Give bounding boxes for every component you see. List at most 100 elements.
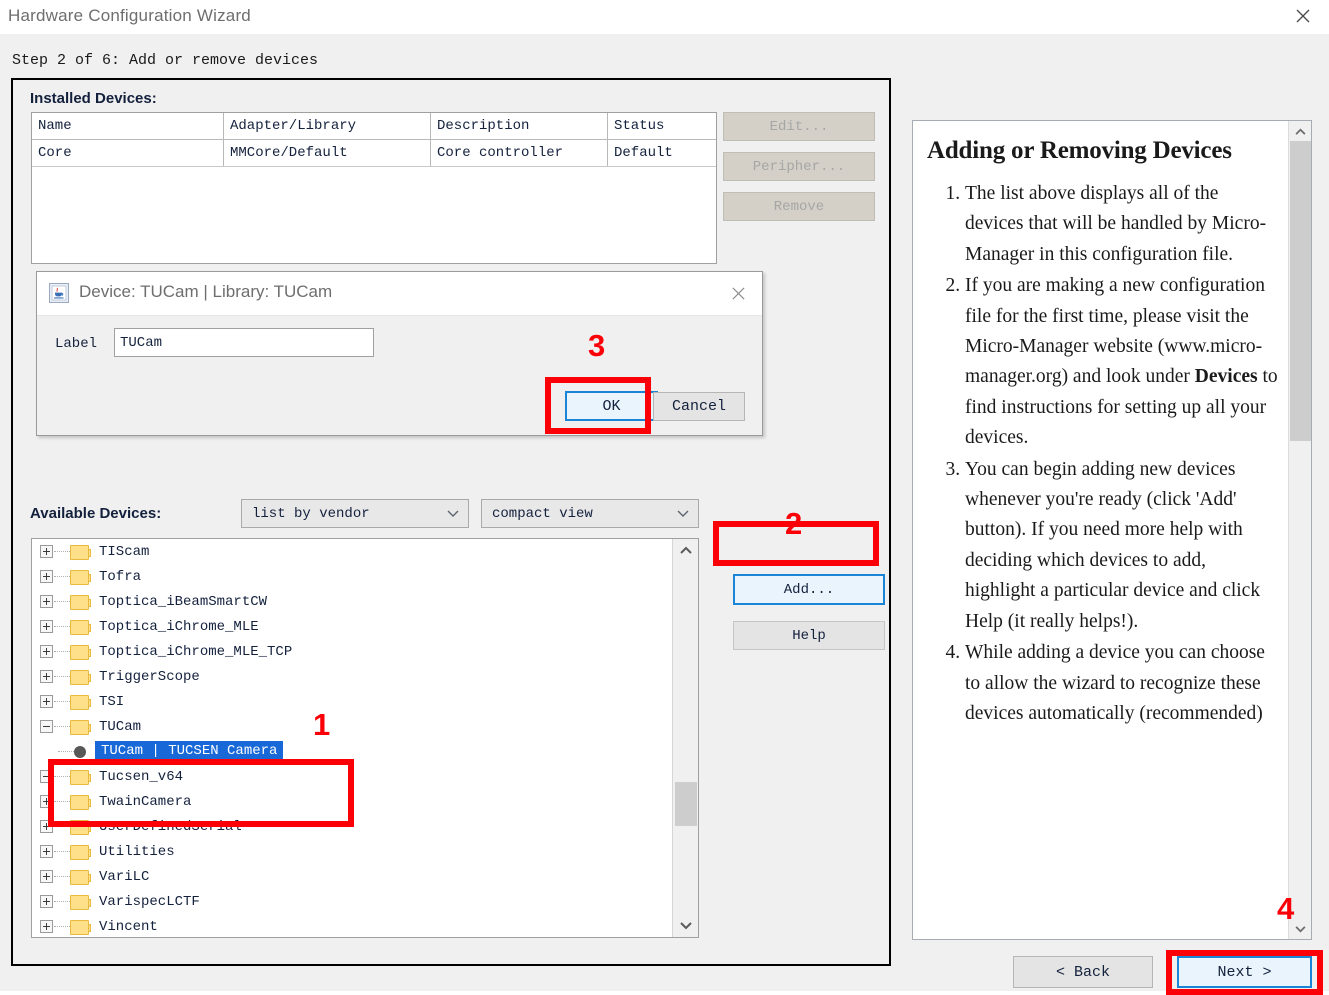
close-icon[interactable] bbox=[1283, 2, 1323, 30]
tree-item[interactable]: Toptica_iChrome_MLE_TCP bbox=[32, 639, 672, 664]
scroll-up-icon[interactable] bbox=[1289, 121, 1311, 141]
cancel-button[interactable]: Cancel bbox=[653, 392, 745, 421]
close-glyph bbox=[1296, 9, 1310, 23]
tree-item[interactable]: TUCam | TUCSEN Camera bbox=[32, 739, 672, 764]
help-text: The list above displays all of the devic… bbox=[965, 183, 1267, 265]
expand-icon[interactable] bbox=[40, 845, 53, 858]
folder-icon bbox=[70, 819, 91, 835]
tree-item-label: TwainCamera bbox=[99, 793, 192, 810]
tree-item[interactable]: Utilities bbox=[32, 839, 672, 864]
folder-icon bbox=[70, 919, 91, 935]
cell-status: Default bbox=[607, 139, 716, 167]
peripheral-button[interactable]: Peripher... bbox=[723, 152, 875, 181]
expand-icon[interactable] bbox=[40, 620, 53, 633]
window-title: Hardware Configuration Wizard bbox=[8, 6, 251, 25]
tree-item[interactable]: TIScam bbox=[32, 539, 672, 564]
help-button[interactable]: Help bbox=[733, 621, 885, 650]
tree-item[interactable]: Toptica_iBeamSmartCW bbox=[32, 589, 672, 614]
tree-item-label: Toptica_iBeamSmartCW bbox=[99, 593, 268, 610]
next-button[interactable]: Next > bbox=[1177, 956, 1312, 988]
tree-item[interactable]: Tofra bbox=[32, 564, 672, 589]
column-header-name[interactable]: Name bbox=[32, 113, 224, 140]
tree-item[interactable]: UserDefinedSerial bbox=[32, 814, 672, 839]
tree-item[interactable]: VariLC bbox=[32, 864, 672, 889]
tree-item-label: TriggerScope bbox=[99, 668, 200, 685]
tree-scrollbar-thumb[interactable] bbox=[675, 782, 697, 826]
expand-icon[interactable] bbox=[40, 895, 53, 908]
tree-connector bbox=[54, 625, 70, 628]
add-device-button[interactable]: Add... bbox=[733, 574, 885, 605]
device-node-icon bbox=[74, 745, 86, 758]
java-app-icon bbox=[49, 283, 69, 303]
collapse-icon[interactable] bbox=[40, 770, 53, 783]
tree-connector bbox=[54, 775, 70, 778]
folder-icon bbox=[70, 719, 91, 735]
tree-item[interactable]: TUCam bbox=[32, 714, 672, 739]
expand-icon[interactable] bbox=[40, 695, 53, 708]
edit-button[interactable]: Edit... bbox=[723, 112, 875, 141]
help-text: You can begin adding new devices wheneve… bbox=[965, 458, 1261, 632]
devices-panel: Installed Devices: Name Adapter/Library … bbox=[11, 78, 891, 966]
tree-item-label: UserDefinedSerial bbox=[99, 818, 242, 835]
column-header-description[interactable]: Description bbox=[430, 113, 608, 140]
tree-item-label: TUCam | TUCSEN Camera bbox=[95, 741, 284, 762]
column-header-status[interactable]: Status bbox=[607, 113, 716, 140]
tree-connector bbox=[54, 575, 70, 578]
tree-item-label: Tofra bbox=[99, 568, 142, 585]
expand-icon[interactable] bbox=[40, 820, 53, 833]
tree-item[interactable]: VarispecLCTF bbox=[32, 889, 672, 914]
view-dropdown[interactable]: compact view bbox=[481, 499, 699, 528]
dialog-titlebar: Device: TUCam | Library: TUCam bbox=[37, 272, 762, 316]
expand-icon[interactable] bbox=[40, 795, 53, 808]
tree-scrollbar[interactable] bbox=[672, 539, 698, 937]
back-button[interactable]: < Back bbox=[1013, 956, 1153, 988]
help-text: While adding a device you can choose to … bbox=[965, 642, 1265, 724]
grouping-dropdown[interactable]: list by vendor bbox=[241, 499, 469, 528]
expand-icon[interactable] bbox=[40, 545, 53, 558]
folder-icon bbox=[70, 894, 91, 910]
tree-connector bbox=[54, 800, 70, 803]
expand-icon[interactable] bbox=[40, 920, 53, 933]
folder-icon bbox=[70, 619, 91, 635]
tree-item[interactable]: Toptica_iChrome_MLE bbox=[32, 614, 672, 639]
help-scrollbar[interactable] bbox=[1288, 121, 1311, 939]
installed-devices-table[interactable]: Name Adapter/Library Description Status … bbox=[31, 112, 717, 264]
close-icon[interactable] bbox=[724, 280, 752, 306]
folder-icon bbox=[70, 594, 91, 610]
help-title: Adding or Removing Devices bbox=[927, 137, 1232, 164]
remove-button[interactable]: Remove bbox=[723, 192, 875, 221]
help-list-item: If you are making a new configuration fi… bbox=[965, 271, 1279, 453]
tree-item[interactable]: TSI bbox=[32, 689, 672, 714]
tree-connector bbox=[54, 600, 70, 603]
tree-item[interactable]: TriggerScope bbox=[32, 664, 672, 689]
folder-icon bbox=[70, 869, 91, 885]
expand-icon[interactable] bbox=[40, 645, 53, 658]
expand-icon[interactable] bbox=[40, 595, 53, 608]
chevron-down-icon bbox=[447, 508, 459, 520]
help-scrollbar-thumb[interactable] bbox=[1290, 141, 1311, 441]
tree-item-label: Toptica_iChrome_MLE_TCP bbox=[99, 643, 293, 660]
column-header-adapter[interactable]: Adapter/Library bbox=[223, 113, 431, 140]
expand-icon[interactable] bbox=[40, 570, 53, 583]
folder-icon bbox=[70, 644, 91, 660]
help-panel: Adding or Removing Devices The list abov… bbox=[912, 120, 1312, 940]
tree-item[interactable]: Tucsen_v64 bbox=[32, 764, 672, 789]
scroll-down-icon[interactable] bbox=[673, 915, 698, 937]
tree-connector bbox=[54, 725, 70, 728]
expand-icon[interactable] bbox=[40, 670, 53, 683]
expand-icon[interactable] bbox=[40, 870, 53, 883]
available-devices-tree[interactable]: TIScam Tofra Toptica_iBeamSmartCW Toptica_i… bbox=[31, 538, 699, 938]
chevron-down-icon bbox=[677, 508, 689, 520]
label-input[interactable] bbox=[114, 328, 374, 357]
table-row[interactable]: Core MMCore/Default Core controller Defa… bbox=[32, 139, 716, 167]
scroll-up-icon[interactable] bbox=[673, 539, 698, 561]
tree-item-label: VariLC bbox=[99, 868, 150, 885]
tree-item[interactable]: TwainCamera bbox=[32, 789, 672, 814]
tree-item[interactable]: Vincent bbox=[32, 914, 672, 937]
help-list-item: While adding a device you can choose to … bbox=[965, 638, 1279, 729]
scroll-down-icon[interactable] bbox=[1289, 919, 1311, 939]
tree-item-label: Tucsen_v64 bbox=[99, 768, 184, 785]
ok-button[interactable]: OK bbox=[565, 391, 658, 421]
folder-icon bbox=[70, 769, 91, 785]
collapse-icon[interactable] bbox=[40, 720, 53, 733]
